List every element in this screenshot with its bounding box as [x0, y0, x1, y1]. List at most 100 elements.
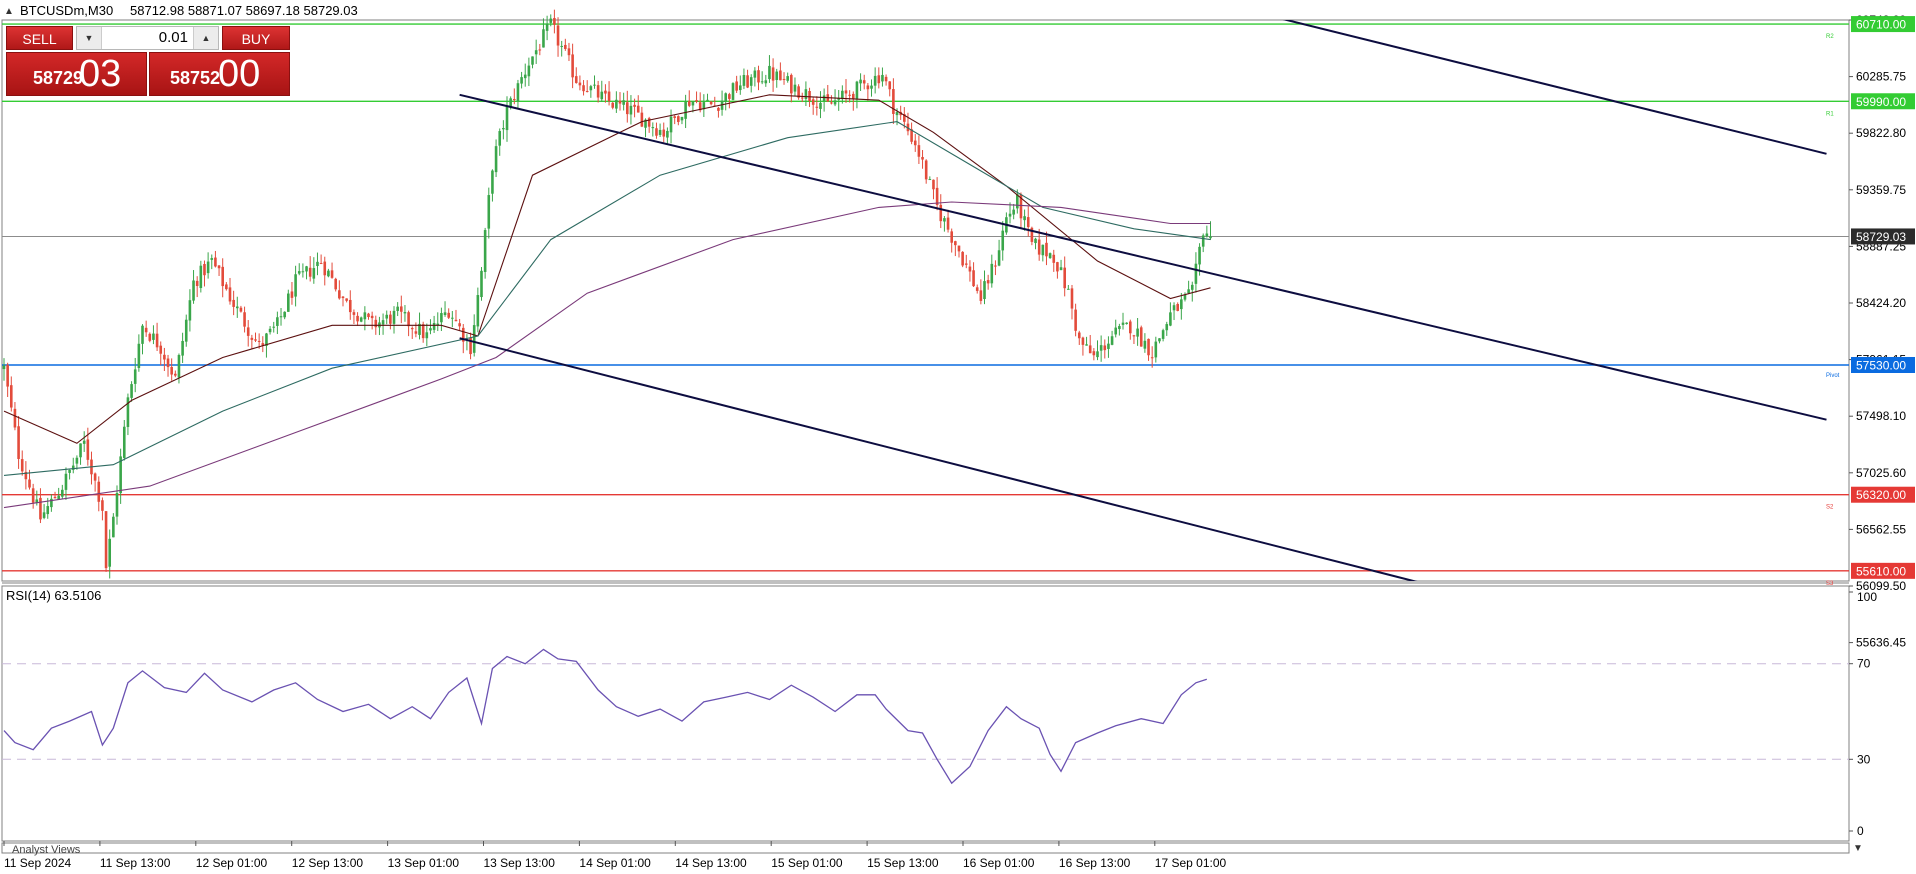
time-axis-label: 17 Sep 01:00 — [1155, 856, 1227, 870]
candle — [1176, 302, 1179, 312]
price-chart[interactable]: R2 R1 Pivot S2 S3 ▲ BTCUSDm,M30 58712.98 588… — [0, 0, 1916, 874]
candle-body — [760, 81, 764, 83]
candle — [31, 483, 35, 509]
analyst-views-bar[interactable] — [1, 842, 1850, 854]
lot-increase-icon[interactable]: ▲ — [193, 27, 218, 49]
sell-price-button[interactable]: 58729 03 — [6, 52, 147, 96]
candle-body — [115, 493, 119, 517]
candle — [647, 116, 651, 133]
candle-body — [968, 266, 972, 272]
candle-body — [1107, 343, 1110, 349]
candle-body — [1194, 263, 1198, 284]
sell-button[interactable]: SELL — [6, 26, 73, 50]
candle-body — [983, 281, 986, 300]
buy-button[interactable]: BUY — [222, 26, 290, 50]
candle — [61, 484, 64, 500]
analyst-views-label[interactable]: Analyst Views — [12, 844, 81, 856]
candle-body — [790, 74, 793, 94]
candle — [680, 116, 684, 125]
candle — [1187, 280, 1190, 295]
candle-body — [141, 325, 144, 344]
lot-decrease-icon[interactable]: ▼ — [77, 27, 102, 49]
candle-body — [1096, 351, 1099, 358]
candle-body — [943, 218, 946, 222]
candle — [425, 323, 429, 347]
candle-body — [148, 333, 152, 341]
candle-body — [1081, 337, 1085, 345]
candle — [458, 318, 461, 331]
lot-size-field[interactable]: ▼ 0.01 ▲ — [76, 26, 219, 50]
candle-body — [1012, 209, 1015, 215]
candle-body — [429, 328, 432, 331]
candle — [9, 376, 13, 412]
collapse-arrow-icon[interactable]: ▲ — [4, 6, 14, 17]
candle — [494, 139, 498, 178]
candle — [414, 322, 418, 338]
one-click-trading-panel: SELL ▼ 0.01 ▲ BUY 58729 03 58752 00 — [6, 26, 290, 96]
candle-body — [305, 266, 308, 272]
buy-price-button[interactable]: 58752 00 — [149, 52, 290, 96]
candle-body — [1165, 324, 1169, 331]
candle-body — [764, 80, 768, 84]
candle-body — [662, 129, 666, 137]
candle-body — [61, 489, 64, 497]
candle — [1030, 226, 1034, 246]
price-axis-label: 58424.20 — [1856, 296, 1906, 310]
candle-body — [287, 293, 290, 312]
candle-body — [684, 101, 687, 119]
candle — [826, 84, 830, 103]
candle — [724, 92, 728, 111]
candle — [677, 115, 680, 126]
candle-body — [655, 128, 658, 136]
candle-body — [257, 340, 261, 342]
candle — [206, 252, 210, 279]
candle-body — [728, 94, 731, 99]
candle — [837, 89, 841, 111]
candle-body — [746, 75, 749, 88]
candle — [1201, 233, 1205, 253]
candle-body — [338, 290, 341, 299]
candle — [1143, 333, 1147, 353]
candle — [290, 281, 294, 305]
candle-body — [1067, 288, 1070, 290]
candle — [254, 332, 257, 343]
candle — [392, 306, 396, 334]
candle-body — [800, 97, 804, 99]
candle-body — [964, 263, 968, 265]
candle — [57, 487, 60, 500]
candle-body — [392, 310, 396, 324]
scroll-arrow-icon[interactable]: ▼ — [1853, 843, 1863, 854]
candle — [148, 332, 152, 343]
candle-body — [1056, 262, 1059, 272]
candle — [17, 415, 20, 469]
candle-body — [214, 257, 217, 267]
candle — [990, 254, 994, 288]
candle-body — [1008, 213, 1012, 217]
candle-body — [1063, 267, 1066, 289]
candle — [1103, 339, 1107, 359]
candle — [90, 451, 93, 485]
candle-body — [735, 81, 738, 91]
candle-body — [673, 116, 676, 118]
candle-body — [1187, 289, 1190, 294]
candle-body — [1132, 335, 1136, 337]
candle — [163, 347, 166, 372]
candle-body — [410, 328, 414, 330]
candle — [443, 301, 447, 317]
candle-body — [731, 83, 735, 100]
candle-body — [9, 385, 13, 408]
candle-body — [170, 366, 173, 375]
candle — [1077, 330, 1081, 345]
candle-body — [531, 56, 534, 65]
candle-body — [133, 369, 137, 384]
candle — [1121, 312, 1125, 330]
candle — [764, 74, 768, 87]
candle — [658, 123, 662, 138]
candle — [975, 284, 979, 294]
time-axis-label: 16 Sep 13:00 — [1059, 856, 1131, 870]
candle — [301, 263, 305, 278]
lot-size-value[interactable]: 0.01 — [159, 27, 188, 49]
candle — [666, 127, 669, 145]
candle-body — [403, 312, 407, 314]
candle — [389, 310, 392, 330]
